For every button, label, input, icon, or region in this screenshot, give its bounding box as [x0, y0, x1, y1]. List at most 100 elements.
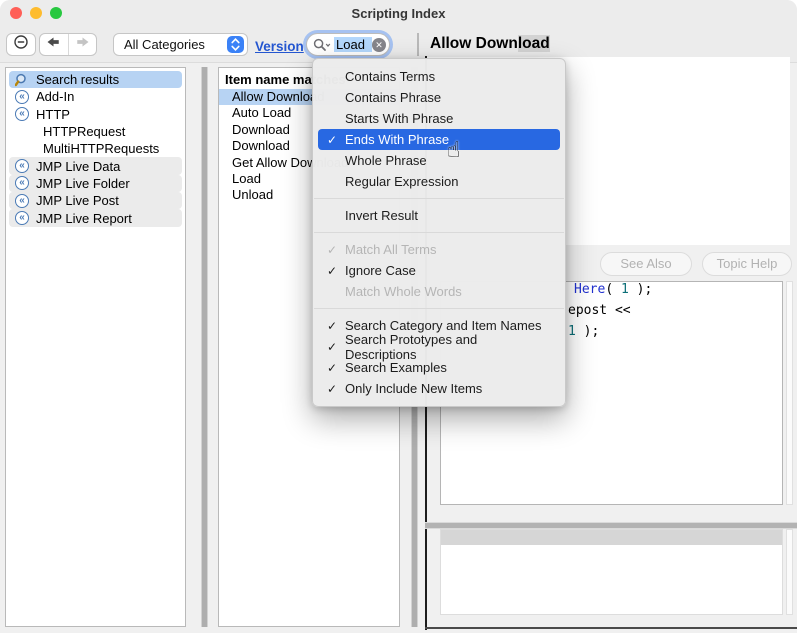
menu-item[interactable]: ✓ Ends With Phrase — [318, 129, 560, 150]
menu-item[interactable]: Invert Result — [318, 205, 560, 226]
sidebar-item[interactable]: « HTTP — [9, 106, 182, 123]
code-line: epost << — [568, 303, 631, 318]
sidebar-item-label: HTTP — [36, 106, 70, 122]
sidebar-item[interactable]: « JMP Live Post — [9, 192, 182, 210]
menu-item[interactable]: ✓ Search Prototypes and Descriptions — [318, 332, 560, 362]
clear-search-button[interactable]: ✕ — [372, 37, 386, 52]
sidebar-item[interactable]: HTTPRequest — [9, 123, 182, 140]
window-title: Scripting Index — [351, 6, 446, 21]
checkmark-icon: ✓ — [327, 381, 338, 396]
menu-item-label: Starts With Phrase — [345, 111, 454, 126]
title-bar: Scripting Index — [0, 0, 797, 28]
menu-item[interactable]: Contains Terms — [318, 66, 560, 87]
code-token: epost << — [568, 303, 631, 318]
sidebar-item-label: JMP Live Report — [36, 210, 132, 226]
menu-item[interactable]: ✓ Ignore Case — [318, 260, 560, 281]
forward-arrow-icon — [75, 35, 90, 54]
checkmark-icon: ✓ — [327, 263, 338, 278]
code-token: ( — [605, 282, 621, 297]
remove-category-button[interactable] — [6, 33, 36, 56]
menu-item-label: Invert Result — [345, 208, 418, 223]
category-list: Search results « Add-In « HTTP HTTPRequest Mul… — [5, 67, 186, 627]
sidebar-item-label: JMP Live Folder — [36, 175, 130, 191]
menu-item[interactable]: Regular Expression — [318, 171, 560, 192]
menu-item-label: Match Whole Words — [345, 284, 462, 299]
forward-button[interactable] — [69, 34, 97, 55]
menu-separator — [314, 198, 564, 199]
category-select-value: All Categories — [124, 37, 205, 52]
search-input-value[interactable]: Load — [334, 37, 372, 52]
menu-separator — [314, 308, 564, 309]
sidebar-item-label: Add-In — [36, 89, 75, 105]
menu-item-label: Regular Expression — [345, 174, 459, 189]
category-icon: « — [15, 193, 31, 208]
log-selected-row[interactable] — [441, 530, 782, 545]
sidebar-item-label: JMP Live Post — [36, 193, 119, 209]
hand-cursor-icon: ☝ — [447, 138, 461, 163]
menu-item-label: Only Include New Items — [345, 381, 483, 396]
search-icon — [15, 73, 31, 87]
menu-item-label: Contains Terms — [345, 69, 436, 84]
sidebar-item[interactable]: « JMP Live Data — [9, 157, 182, 175]
splitter-horizontal[interactable] — [425, 522, 797, 529]
select-stepper-icon — [227, 36, 244, 53]
version-link[interactable]: Version — [255, 39, 304, 54]
detail-title-search-highlight: load — [517, 35, 550, 52]
code-line: 1 ); — [568, 324, 599, 339]
sidebar-item[interactable]: « Add-In — [9, 88, 182, 105]
search-field[interactable]: Load ✕ — [306, 33, 390, 56]
back-button[interactable] — [40, 34, 68, 55]
menu-item[interactable]: ✓ Only Include New Items — [318, 378, 560, 399]
sidebar-item-label: Search results — [36, 72, 120, 88]
splitter-left[interactable] — [201, 67, 208, 627]
menu-item-label: Ignore Case — [345, 263, 416, 278]
checkmark-icon: ✓ — [327, 360, 338, 375]
log-panel — [440, 529, 783, 615]
history-nav-segment — [39, 33, 97, 56]
see-also-button[interactable]: See Also — [600, 252, 692, 276]
menu-item-label: Match All Terms — [345, 242, 437, 257]
sidebar-item-label: MultiHTTPRequests — [43, 141, 160, 157]
category-icon: « — [15, 89, 31, 104]
menu-item[interactable]: Contains Phrase — [318, 87, 560, 108]
menu-item[interactable]: Whole Phrase — [318, 150, 560, 171]
menu-item: Match Whole Words — [318, 281, 560, 302]
menu-item-label: Contains Phrase — [345, 90, 442, 105]
code-token: ); — [628, 282, 653, 297]
detail-title: Allow Download — [430, 35, 550, 53]
checkmark-icon: ✓ — [327, 339, 338, 354]
back-arrow-icon — [46, 35, 61, 54]
detail-title-text: Allow Down — [430, 35, 518, 52]
menu-item[interactable]: Starts With Phrase — [318, 108, 560, 129]
sidebar-item[interactable]: « JMP Live Report — [9, 209, 182, 227]
code-scroll-strip[interactable] — [786, 281, 793, 505]
code-line: Here( 1 ); — [574, 282, 652, 297]
code-token: ); — [575, 324, 600, 339]
circled-minus-icon — [13, 34, 29, 55]
menu-item-label: Whole Phrase — [345, 153, 427, 168]
sidebar-item[interactable]: MultiHTTPRequests — [9, 140, 182, 157]
checkmark-icon: ✓ — [327, 132, 338, 147]
code-token: 1 — [620, 282, 629, 297]
code-token: 1 — [568, 324, 576, 339]
category-icon: « — [15, 176, 31, 191]
detail-panel-bottom-border — [425, 627, 797, 629]
log-scroll-strip[interactable] — [786, 529, 793, 615]
search-magnifier-icon — [313, 38, 332, 52]
menu-separator — [314, 232, 564, 233]
search-options-menu: Contains Terms Contains Phrase Starts With… — [312, 58, 566, 407]
category-icon: « — [15, 211, 31, 226]
sidebar-item-label: HTTPRequest — [43, 124, 126, 140]
sidebar-item[interactable]: Search results — [9, 71, 182, 89]
menu-item: ✓ Match All Terms — [318, 239, 560, 260]
topic-help-button[interactable]: Topic Help — [702, 252, 792, 276]
code-token: Here — [574, 282, 606, 297]
category-select[interactable]: All Categories — [113, 33, 248, 56]
scripting-index-window: Scripting Index All Categories Version L… — [0, 0, 797, 633]
sidebar-item-label: JMP Live Data — [36, 158, 121, 174]
sidebar-item[interactable]: « JMP Live Folder — [9, 174, 182, 193]
menu-item-label: Search Prototypes and Descriptions — [345, 331, 478, 362]
category-icon: « — [15, 159, 31, 174]
menu-item-label: Search Examples — [345, 360, 447, 375]
checkmark-icon: ✓ — [327, 242, 338, 257]
